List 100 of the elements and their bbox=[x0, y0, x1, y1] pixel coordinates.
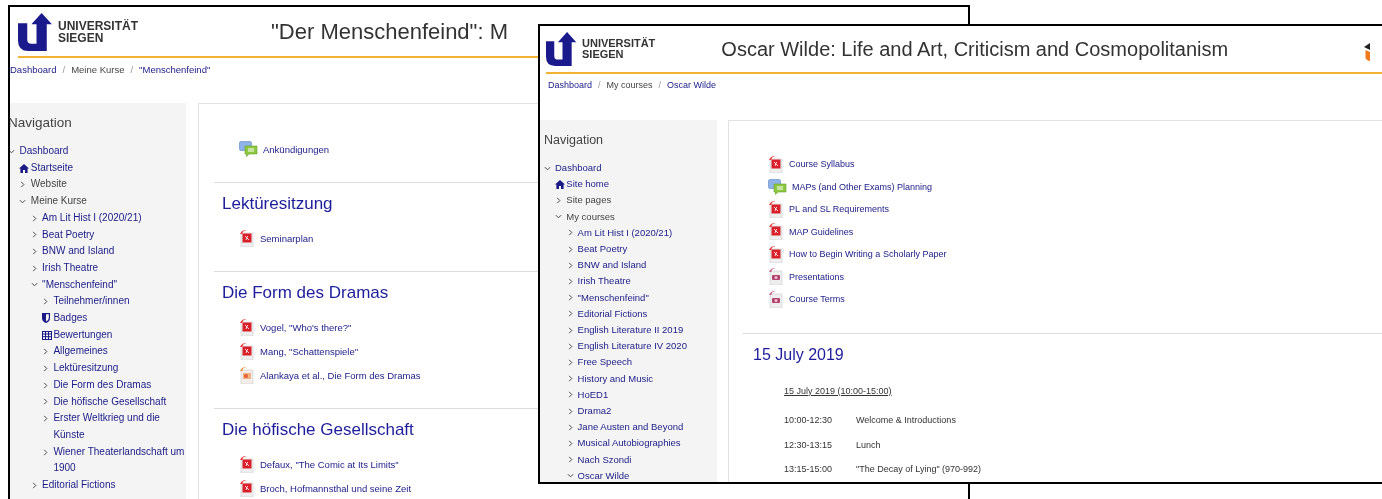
nav-link[interactable]: Am Lit Hist I (2020/21) bbox=[577, 224, 673, 241]
nav-category[interactable]: Website bbox=[30, 176, 67, 194]
nav-link[interactable]: Wiener Theaterlandschaft um 1900 bbox=[53, 443, 186, 478]
breadcrumb-separator: / bbox=[130, 63, 134, 75]
chevron-down-icon[interactable] bbox=[19, 197, 27, 205]
nav-link[interactable]: English Literature IV 2020 bbox=[577, 338, 687, 355]
breadcrumb-separator: / bbox=[658, 80, 662, 90]
logo-text: UNIVERSITÄT bbox=[58, 19, 138, 32]
breadcrumb-link[interactable]: Oscar Wilde bbox=[667, 80, 717, 90]
pdf-file-icon bbox=[239, 229, 255, 247]
activity-link[interactable]: Presentations bbox=[789, 271, 845, 282]
chevron-right-icon[interactable] bbox=[566, 278, 574, 285]
chevron-right-icon[interactable] bbox=[41, 348, 49, 356]
nav-category[interactable]: Site pages bbox=[566, 192, 612, 209]
nav-link[interactable]: Nach Szondi bbox=[577, 451, 632, 468]
nav-link[interactable]: Beat Poetry bbox=[42, 226, 95, 244]
nav-link[interactable]: "Menschenfeind" bbox=[577, 289, 649, 306]
nav-link[interactable]: Musical Autobiographies bbox=[577, 435, 681, 452]
breadcrumb-item: My courses bbox=[606, 80, 653, 90]
chevron-down-icon[interactable] bbox=[10, 147, 15, 155]
nav-link[interactable]: Dashboard bbox=[555, 160, 602, 177]
activity-link[interactable]: Defaux, "The Comic at Its Limits" bbox=[260, 458, 399, 470]
nav-link[interactable]: "Menschenfeind" bbox=[42, 276, 117, 294]
nav-link[interactable]: Oscar Wilde bbox=[577, 467, 630, 482]
camera-file-icon bbox=[768, 268, 784, 286]
chevron-down-icon[interactable] bbox=[544, 164, 551, 172]
nav-category[interactable]: Meine Kurse bbox=[30, 193, 87, 210]
chevron-right-icon[interactable] bbox=[41, 398, 49, 406]
activity-link[interactable]: MAPs (and Other Exams) Planning bbox=[792, 181, 933, 192]
course-title: Oscar Wilde: Life and Art, Criticism and Cosmopolitanism bbox=[721, 37, 1229, 61]
breadcrumb-link[interactable]: "Menschenfeind" bbox=[139, 63, 211, 75]
nav-category[interactable]: My courses bbox=[566, 208, 615, 225]
nav-link[interactable]: Allgemeines bbox=[53, 343, 108, 361]
nav-link[interactable]: Die höfische Gesellschaft bbox=[53, 393, 167, 411]
nav-link[interactable]: Editorial Fictions bbox=[577, 305, 648, 323]
logo-text: SIEGEN bbox=[582, 49, 625, 60]
nav-link[interactable]: Editorial Fictions bbox=[42, 477, 116, 494]
activity-link[interactable]: Alankaya et al., Die Form des Dramas bbox=[260, 369, 421, 381]
chevron-right-icon[interactable] bbox=[41, 365, 49, 372]
nav-link[interactable]: BNW and Island bbox=[577, 257, 647, 274]
pdf-file-icon bbox=[239, 342, 255, 360]
chevron-right-icon[interactable] bbox=[30, 231, 38, 239]
nav-link[interactable]: History and Music bbox=[577, 370, 654, 387]
home-icon bbox=[555, 179, 566, 189]
nav-link[interactable]: Teilnehmer/innen bbox=[53, 293, 130, 311]
pdf-file-icon bbox=[239, 318, 255, 336]
activity-link[interactable]: MAP Guidelines bbox=[789, 226, 854, 237]
activity-link[interactable]: Course Terms bbox=[789, 294, 845, 305]
chevron-right-icon[interactable] bbox=[30, 214, 38, 222]
nav-link[interactable]: Startseite bbox=[30, 159, 74, 177]
breadcrumb-separator: / bbox=[598, 80, 601, 90]
activity-link[interactable]: PL and SL Requirements bbox=[789, 204, 889, 215]
nav-link[interactable]: Dashboard bbox=[19, 143, 69, 160]
nav-link[interactable]: Die Form des Dramas bbox=[53, 376, 152, 394]
nav-link[interactable]: Badges bbox=[53, 310, 88, 327]
course-title: "Der Menschenfeind": M bbox=[271, 18, 508, 45]
section-heading: Die Form des Dramas bbox=[222, 282, 389, 304]
activity-link[interactable]: Mang, "Schattenspiele" bbox=[260, 345, 359, 357]
schedule-time: 10:00-12:30 bbox=[784, 414, 834, 425]
nav-link[interactable]: English Literature II 2019 bbox=[577, 322, 684, 339]
nav-link[interactable]: Erster Weltkrieg und die Künste bbox=[53, 410, 186, 444]
chevron-right-icon[interactable] bbox=[19, 181, 27, 189]
section-heading: 15 July 2019 bbox=[753, 344, 844, 365]
nav-link[interactable]: Free Speech bbox=[577, 354, 632, 371]
logo-text: UNIVERSITÄT bbox=[582, 38, 656, 49]
breadcrumb-item: Meine Kurse bbox=[71, 63, 125, 75]
activity-link[interactable]: How to Begin Writing a Scholarly Paper bbox=[789, 249, 947, 260]
nav-link[interactable]: Irish Theatre bbox=[577, 273, 631, 290]
slides-file-icon bbox=[239, 366, 255, 384]
chevron-down-icon[interactable] bbox=[566, 472, 574, 480]
chevron-right-icon[interactable] bbox=[555, 197, 563, 204]
activity-link[interactable]: Seminarplan bbox=[260, 232, 314, 244]
nav-link[interactable]: Lektüresitzung bbox=[53, 360, 119, 377]
chevron-right-icon[interactable] bbox=[41, 298, 49, 306]
chevron-down-icon[interactable] bbox=[30, 281, 38, 289]
activity-link[interactable]: Broch, Hofmannsthal und seine Zeit bbox=[260, 482, 412, 494]
chevron-right-icon[interactable] bbox=[30, 481, 38, 489]
nav-link[interactable]: Am Lit Hist I (2020/21) bbox=[42, 209, 142, 227]
nav-link[interactable]: BNW and Island bbox=[42, 243, 115, 260]
chevron-right-icon[interactable] bbox=[41, 448, 49, 456]
nav-link[interactable]: Site home bbox=[566, 176, 610, 193]
nav-link[interactable]: Bewertungen bbox=[53, 326, 113, 344]
activity-link[interactable]: Vogel, "Who's there?" bbox=[260, 321, 352, 333]
schedule-activity: Welcome & Introductions bbox=[856, 414, 956, 425]
nav-link[interactable]: Beat Poetry bbox=[577, 241, 628, 258]
nav-link[interactable]: Drama2 bbox=[577, 403, 612, 420]
activity-link[interactable]: Course Syllabus bbox=[789, 159, 855, 170]
pdf-file-icon bbox=[768, 155, 784, 173]
nav-link[interactable]: Jane Austen and Beyond bbox=[577, 419, 684, 436]
nav-link[interactable]: HoED1 bbox=[577, 386, 609, 404]
nav-link[interactable]: Irish Theatre bbox=[42, 259, 99, 277]
chevron-down-icon[interactable] bbox=[555, 213, 563, 221]
chevron-right-icon[interactable] bbox=[41, 415, 49, 423]
chevron-right-icon[interactable] bbox=[41, 381, 49, 389]
breadcrumb-link[interactable]: Dashboard bbox=[548, 80, 593, 90]
section-heading: Lektüresitzung bbox=[222, 193, 333, 215]
activity-link[interactable]: Ankündigungen bbox=[263, 143, 330, 155]
home-icon bbox=[19, 163, 30, 173]
logo-text: SIEGEN bbox=[58, 31, 105, 44]
breadcrumb-link[interactable]: Dashboard bbox=[10, 63, 57, 75]
